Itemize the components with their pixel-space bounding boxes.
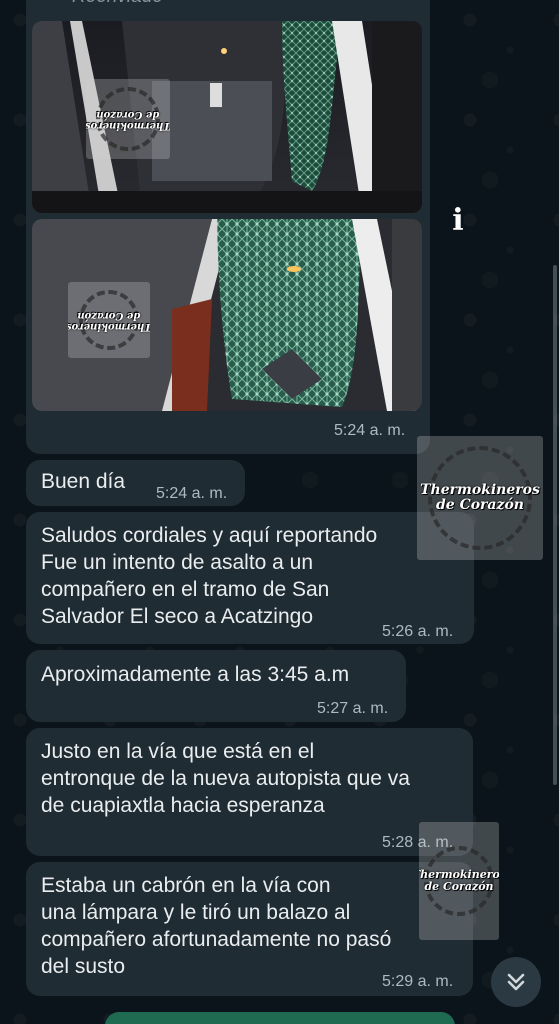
watermark-logo: Thermokinerosde Corazón <box>417 436 543 560</box>
watermark-logo: Thermokinerosde Corazón <box>86 79 170 159</box>
message-text: Aproximadamente a las 3:45 a.m <box>41 663 350 686</box>
watermark-logo: Thermokinerosde Corazón <box>419 822 499 940</box>
scroll-to-bottom-button[interactable] <box>491 957 541 1007</box>
message-time: 5:24 a. m. <box>156 485 228 502</box>
scrollbar[interactable] <box>553 265 557 785</box>
message-text: Estaba un cabrón en la vía con una lámpa… <box>41 874 392 978</box>
double-chevron-down-icon <box>507 973 525 991</box>
message-time: 5:24 a. m. <box>334 422 406 439</box>
message-time: 5:29 a. m. <box>382 973 454 990</box>
message-time: 5:27 a. m. <box>317 700 389 717</box>
compose-bar-edge[interactable] <box>105 1012 455 1024</box>
info-icon[interactable]: i <box>440 202 476 238</box>
forwarded-label: Reenviado <box>72 0 163 8</box>
message-text: Buen día <box>41 470 126 493</box>
message-text: Saludos cordiales y aquí reportando Fue … <box>41 524 378 628</box>
message-text: Justo en la vía que está en el entronque… <box>41 740 410 817</box>
message-time: 5:26 a. m. <box>382 623 454 640</box>
watermark-logo: Thermokinerosde Corazón <box>68 282 150 358</box>
